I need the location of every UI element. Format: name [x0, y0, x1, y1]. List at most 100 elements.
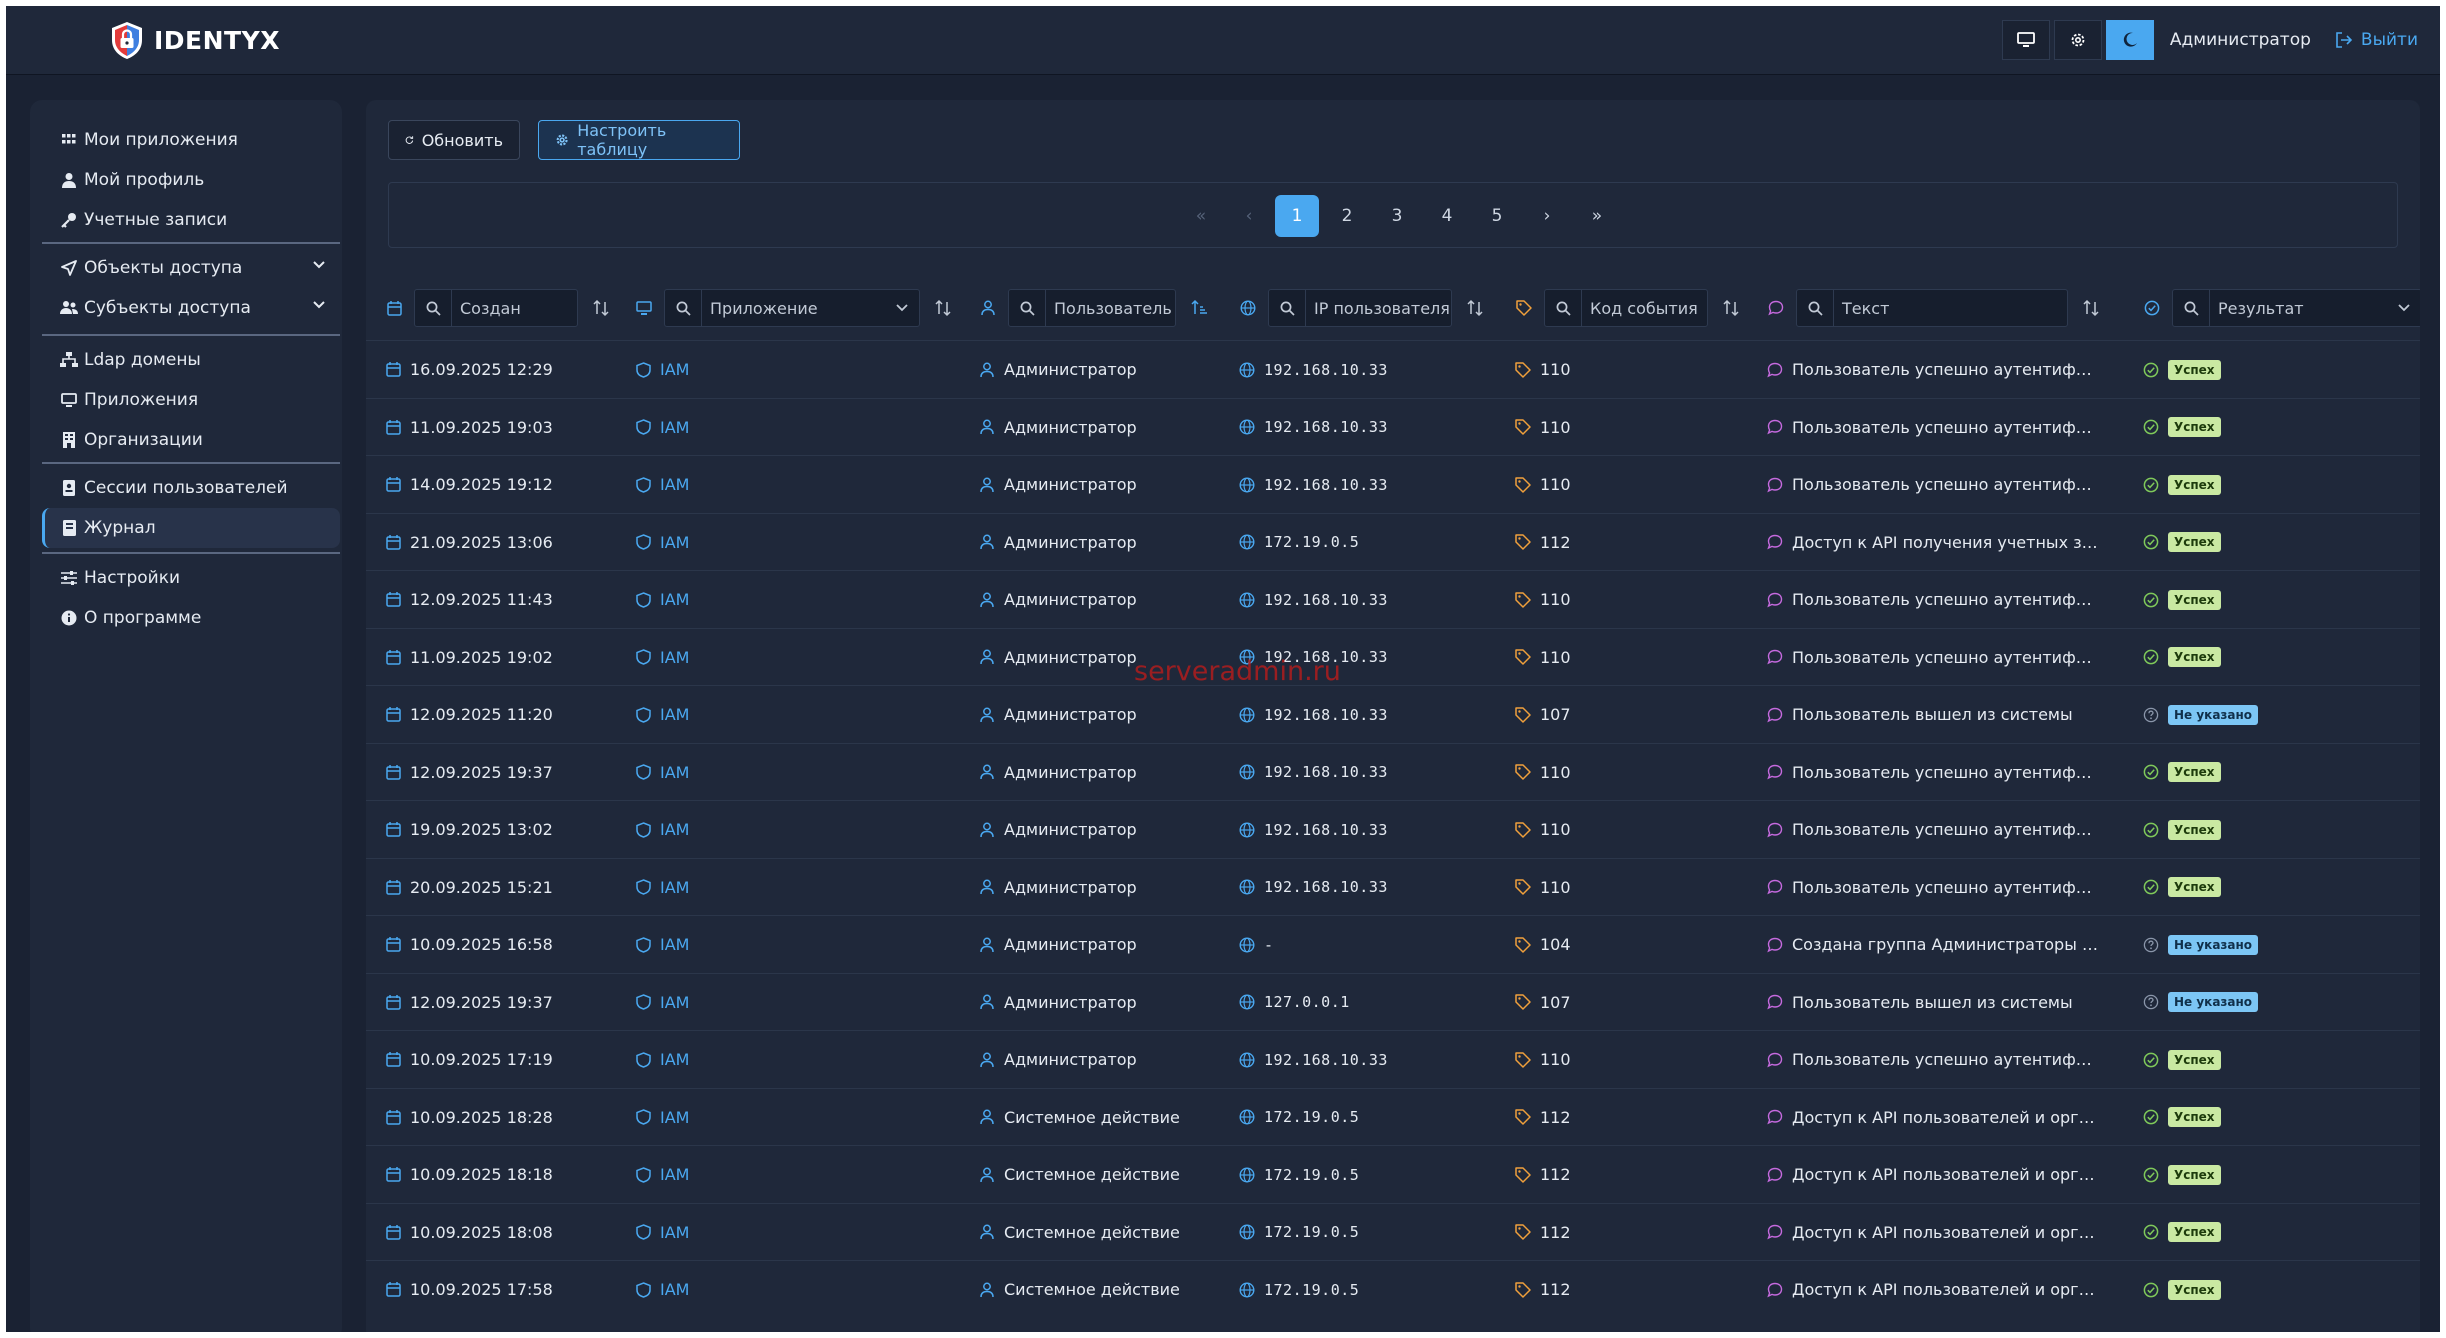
app-link[interactable]: IAM	[660, 418, 689, 437]
filter-app-select[interactable]: Приложение	[664, 289, 920, 327]
nav-applications[interactable]: Приложения	[42, 380, 340, 420]
app-link[interactable]: IAM	[660, 1050, 689, 1069]
table-row[interactable]: 11.09.2025 19:02 IAM Администратор 192.1…	[366, 627, 2420, 686]
created-value: 12.09.2025 11:20	[410, 705, 553, 724]
table-row[interactable]: 12.09.2025 19:37 IAM Администратор 127.0…	[366, 972, 2420, 1031]
app-link[interactable]: IAM	[660, 878, 689, 897]
sort-code-icon[interactable]	[1722, 299, 1740, 317]
app-link[interactable]: IAM	[660, 705, 689, 724]
nav-my-profile[interactable]: Мой профиль	[42, 160, 340, 200]
table-row[interactable]: 12.09.2025 11:43 IAM Администратор 192.1…	[366, 570, 2420, 628]
table-row[interactable]: 10.09.2025 17:19 IAM Администратор 192.1…	[366, 1030, 2420, 1088]
globe-icon	[1238, 1281, 1256, 1299]
dark-mode-button[interactable]	[2105, 20, 2154, 60]
app-link[interactable]: IAM	[660, 590, 689, 609]
cell-created: 12.09.2025 11:43	[384, 571, 553, 628]
table-row[interactable]: 10.09.2025 17:58 IAM Системное действие …	[366, 1260, 2420, 1318]
logout-icon	[2336, 32, 2353, 48]
cell-result: Не указано	[2142, 974, 2259, 1031]
globe-icon	[1238, 648, 1256, 666]
nav-about[interactable]: О программе	[42, 598, 340, 638]
app-link[interactable]: IAM	[660, 820, 689, 839]
table-row[interactable]: 10.09.2025 18:08 IAM Системное действие …	[366, 1202, 2420, 1261]
comment-icon	[1766, 591, 1784, 609]
logout-link[interactable]: Выйти	[2335, 30, 2418, 50]
nav-label: Объекты доступа	[84, 258, 243, 278]
code-value: 110	[1540, 877, 1571, 897]
configure-table-button[interactable]: Настроить таблицу	[538, 120, 740, 160]
cell-app: IAM	[634, 744, 689, 801]
user-icon	[978, 648, 996, 666]
settings-button[interactable]	[2053, 20, 2102, 60]
refresh-button[interactable]: Обновить	[388, 120, 520, 160]
app-link[interactable]: IAM	[660, 1108, 689, 1127]
page-last-button[interactable]: »	[1575, 195, 1619, 237]
table-row[interactable]: 12.09.2025 11:20 IAM Администратор 192.1…	[366, 685, 2420, 743]
nav-access-objects[interactable]: Объекты доступа	[42, 248, 340, 288]
table-row[interactable]: 19.09.2025 13:02 IAM Администратор 192.1…	[366, 800, 2420, 858]
page-first-button[interactable]: «	[1179, 195, 1223, 237]
app-link[interactable]: IAM	[660, 1280, 689, 1299]
nav-journal[interactable]: Журнал	[42, 508, 340, 548]
user-icon	[978, 533, 996, 551]
page-next-button[interactable]: ›	[1525, 195, 1569, 237]
check-circle-icon	[2142, 591, 2160, 609]
table-row[interactable]: 16.09.2025 12:29 IAM Администратор 192.1…	[366, 340, 2420, 398]
page-5-button[interactable]: 5	[1475, 195, 1519, 237]
table-row[interactable]: 20.09.2025 15:21 IAM Администратор 192.1…	[366, 857, 2420, 916]
nav-ldap-domains[interactable]: Ldap домены	[42, 340, 340, 380]
cell-code: 112	[1514, 514, 1571, 571]
brand-logo[interactable]: IDENTYX	[108, 20, 280, 60]
app-link[interactable]: IAM	[660, 1223, 689, 1242]
text-value: Доступ к API пользователей и организа...	[1792, 1280, 2102, 1299]
app-link[interactable]: IAM	[660, 648, 689, 667]
page-1-button[interactable]: 1	[1275, 195, 1319, 237]
sort-user-icon[interactable]	[1190, 299, 1208, 317]
shield-icon	[634, 1223, 652, 1241]
table-row[interactable]: 10.09.2025 18:28 IAM Системное действие …	[366, 1087, 2420, 1146]
app-link[interactable]: IAM	[660, 763, 689, 782]
filter-created-input[interactable]: Создан	[414, 289, 578, 327]
shield-icon	[634, 648, 652, 666]
calendar-icon	[384, 936, 402, 954]
page-prev-button[interactable]: ‹	[1227, 195, 1271, 237]
shield-lock-logo-icon	[112, 22, 142, 59]
nav-accounts[interactable]: Учетные записи	[42, 200, 340, 240]
sort-ip-icon[interactable]	[1466, 299, 1484, 317]
text-value: Пользователь успешно аутентифициро...	[1792, 417, 2102, 437]
nav-divider	[42, 242, 340, 244]
table-row[interactable]: 14.09.2025 19:12 IAM Администратор 192.1…	[366, 455, 2420, 513]
ip-value: 192.168.10.33	[1264, 590, 1388, 609]
table-row[interactable]: 10.09.2025 18:18 IAM Системное действие …	[366, 1145, 2420, 1203]
cell-created: 10.09.2025 18:18	[384, 1146, 553, 1203]
page-3-button[interactable]: 3	[1375, 195, 1419, 237]
sort-text-icon[interactable]	[2082, 299, 2100, 317]
app-link[interactable]: IAM	[660, 935, 689, 954]
filter-code-input[interactable]: Код события	[1544, 289, 1708, 327]
page-4-button[interactable]: 4	[1425, 195, 1469, 237]
table-row[interactable]: 10.09.2025 16:58 IAM Администратор - 104…	[366, 915, 2420, 973]
table-row[interactable]: 21.09.2025 13:06 IAM Администратор 172.1…	[366, 512, 2420, 571]
sort-created-icon[interactable]	[592, 299, 610, 317]
filter-text-input[interactable]: Текст	[1796, 289, 2068, 327]
nav-settings[interactable]: Настройки	[42, 558, 340, 598]
app-link[interactable]: IAM	[660, 993, 689, 1012]
ip-value: 192.168.10.33	[1264, 1050, 1388, 1069]
filter-result-select[interactable]: Результат	[2172, 289, 2420, 327]
nav-organizations[interactable]: Организации	[42, 420, 340, 460]
page-2-button[interactable]: 2	[1325, 195, 1369, 237]
app-link[interactable]: IAM	[660, 360, 689, 379]
nav-access-subjects[interactable]: Субъекты доступа	[42, 288, 340, 328]
sort-app-icon[interactable]	[934, 299, 952, 317]
nav-user-sessions[interactable]: Сессии пользователей	[42, 468, 340, 508]
filter-user-input[interactable]: Пользователь	[1008, 289, 1176, 327]
app-link[interactable]: IAM	[660, 533, 689, 552]
app-link[interactable]: IAM	[660, 1165, 689, 1184]
nav-my-apps[interactable]: Мои приложения	[42, 120, 340, 160]
app-link[interactable]: IAM	[660, 475, 689, 494]
table-row[interactable]: 12.09.2025 19:37 IAM Администратор 192.1…	[366, 742, 2420, 801]
current-user-name[interactable]: Администратор	[2170, 30, 2311, 50]
monitor-button[interactable]	[2001, 20, 2050, 60]
table-row[interactable]: 11.09.2025 19:03 IAM Администратор 192.1…	[366, 397, 2420, 456]
filter-ip-input[interactable]: IP пользователя	[1268, 289, 1452, 327]
